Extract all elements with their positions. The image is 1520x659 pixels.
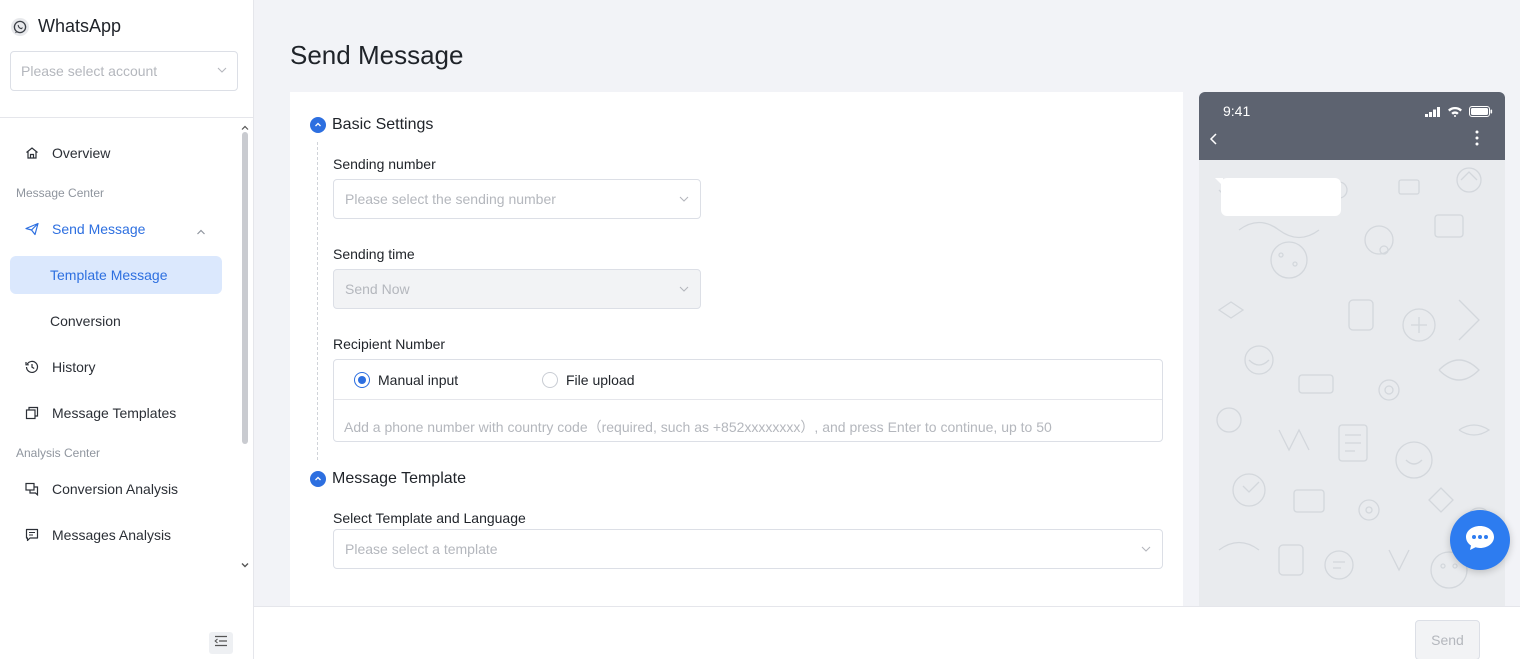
sending-time-value: Send Now	[345, 281, 410, 297]
chevron-down-icon	[217, 62, 227, 80]
sending-number-placeholder: Please select the sending number	[345, 191, 556, 207]
account-select-placeholder: Please select account	[21, 63, 158, 79]
radio-label: File upload	[566, 372, 635, 388]
sidebar: WhatsApp Please select account Overview …	[0, 0, 254, 659]
menu-fold-icon	[214, 634, 228, 652]
sidebar-scrollbar[interactable]	[242, 132, 248, 444]
sidebar-item-send-message[interactable]: Send Message	[10, 210, 222, 248]
more-vertical-icon	[1475, 130, 1479, 151]
section-basic-settings[interactable]: Basic Settings	[310, 116, 433, 134]
sidebar-item-label: Messages Analysis	[52, 527, 172, 543]
section-message-template[interactable]: Message Template	[310, 470, 466, 488]
footer-bar: Send	[254, 606, 1520, 659]
copy-icon	[24, 405, 40, 421]
whatsapp-icon	[10, 17, 30, 37]
wifi-icon	[1447, 104, 1463, 122]
chevron-down-icon	[1141, 541, 1151, 557]
section-title: Basic Settings	[332, 116, 434, 133]
sending-number-select[interactable]: Please select the sending number	[333, 179, 701, 219]
radio-label: Manual input	[378, 372, 459, 388]
chevron-up-icon	[310, 117, 326, 133]
send-icon	[24, 221, 40, 237]
phone-status-bar	[1425, 104, 1493, 122]
sidebar-item-overview[interactable]: Overview	[10, 134, 222, 172]
select-template-label: Select Template and Language	[333, 510, 526, 526]
sidebar-item-label: Message Templates	[52, 405, 177, 421]
section-title: Message Template	[332, 470, 466, 487]
radio-unchecked-icon	[542, 372, 558, 388]
sidebar-item-label: History	[52, 359, 96, 375]
signal-icon	[1425, 104, 1441, 122]
radio-checked-icon	[354, 372, 370, 388]
chevron-down-icon	[679, 191, 689, 207]
phone-header: 9:41	[1199, 92, 1505, 160]
sidebar-item-conversion-analysis[interactable]: Conversion Analysis	[10, 470, 222, 508]
send-message-form: Basic Settings Sending number Please sel…	[290, 92, 1183, 606]
preview-message-bubble	[1215, 178, 1341, 216]
template-select[interactable]: Please select a template	[333, 529, 1163, 569]
scroll-down-icon[interactable]	[240, 557, 250, 568]
sending-time-label: Sending time	[333, 246, 415, 262]
sidebar-item-label: Send Message	[52, 221, 146, 237]
sidebar-item-label: Conversion	[50, 313, 121, 329]
section-connector	[317, 142, 318, 460]
support-chat-button[interactable]	[1450, 510, 1510, 570]
send-button[interactable]: Send	[1415, 620, 1480, 659]
group-label-analysis-center: Analysis Center	[16, 446, 101, 460]
recipient-mode-radio-group: Manual input File upload	[334, 360, 1162, 400]
page-title: Send Message	[290, 40, 464, 70]
sidebar-item-template-message[interactable]: Template Message	[10, 256, 222, 294]
sidebar-item-label: Overview	[52, 145, 111, 161]
sending-number-label: Sending number	[333, 156, 436, 172]
template-select-placeholder: Please select a template	[345, 541, 498, 557]
sidebar-item-conversion[interactable]: Conversion	[10, 302, 222, 340]
chevron-down-icon	[679, 281, 689, 297]
chevron-up-icon	[196, 224, 206, 240]
phone-number-input[interactable]: Add a phone number with country code（req…	[344, 417, 1052, 437]
back-arrow-icon	[1209, 132, 1219, 151]
recipient-number-label: Recipient Number	[333, 336, 446, 352]
sidebar-item-label: Conversion Analysis	[52, 481, 179, 497]
scroll-up-icon[interactable]	[240, 120, 250, 130]
battery-icon	[1469, 104, 1493, 122]
account-select[interactable]: Please select account	[10, 51, 238, 91]
history-icon	[24, 359, 40, 375]
sidebar-item-message-templates[interactable]: Message Templates	[10, 394, 222, 432]
radio-file-upload[interactable]: File upload	[542, 372, 635, 388]
chevron-up-icon	[310, 471, 326, 487]
collapse-sidebar-button[interactable]	[209, 632, 233, 654]
chat-bubble-icon	[1464, 524, 1496, 557]
group-label-message-center: Message Center	[16, 186, 105, 200]
sidebar-item-label: Template Message	[50, 267, 168, 283]
sidebar-item-messages-analysis[interactable]: Messages Analysis	[10, 516, 222, 554]
chat-analysis-icon	[24, 481, 40, 497]
phone-time: 9:41	[1223, 103, 1251, 119]
home-icon	[24, 145, 40, 161]
sidebar-item-history[interactable]: History	[10, 348, 222, 386]
message-analysis-icon	[24, 527, 40, 543]
app-title: WhatsApp	[38, 16, 122, 36]
brand: WhatsApp	[10, 16, 121, 37]
sending-time-select: Send Now	[333, 269, 701, 309]
sidebar-divider	[0, 117, 253, 118]
recipient-number-box: Manual input File upload Add a phone num…	[333, 359, 1163, 442]
radio-manual-input[interactable]: Manual input	[354, 372, 458, 388]
